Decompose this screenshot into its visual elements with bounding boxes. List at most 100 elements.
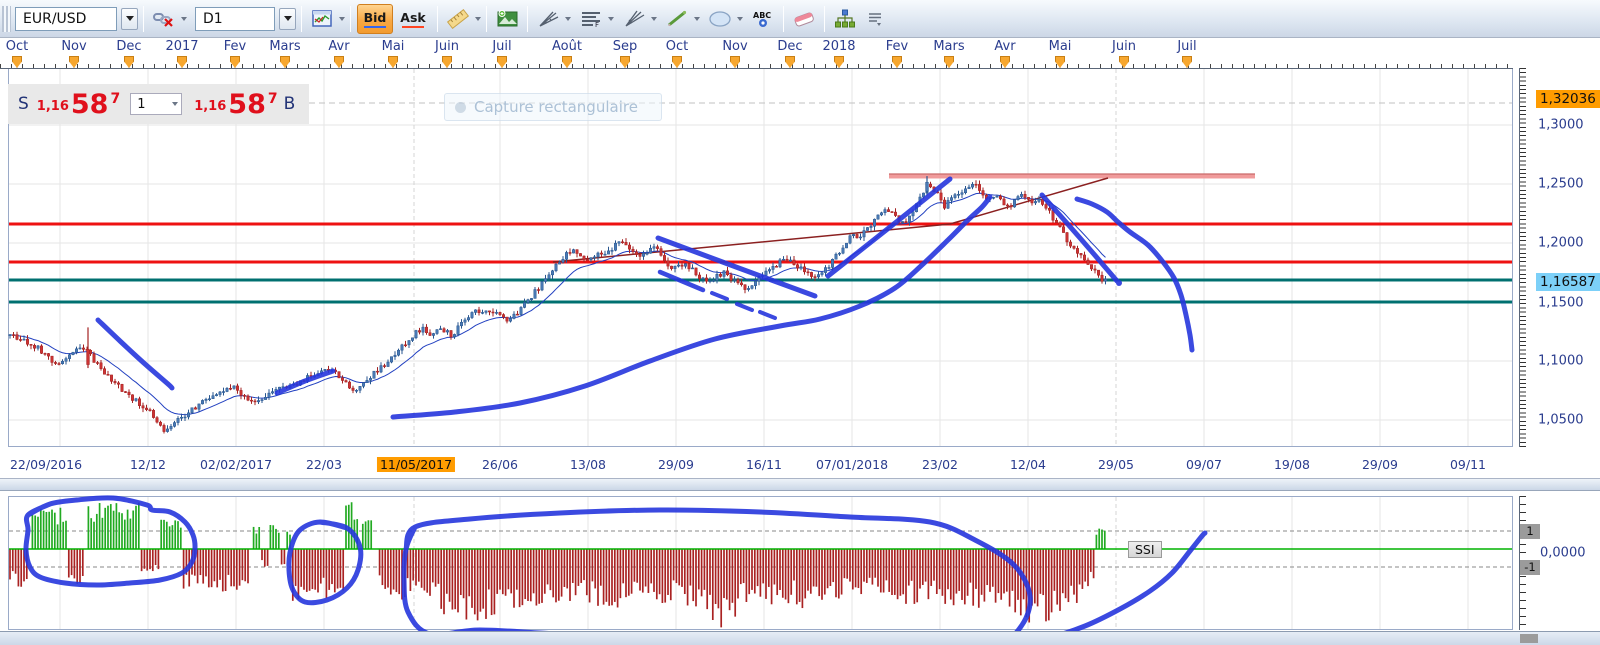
month-label: 2017 (165, 39, 198, 54)
timeframe-select[interactable]: D1 (195, 7, 275, 31)
quantity-field[interactable]: 1 (130, 93, 182, 115)
buy-price-pip: 7 (268, 91, 278, 107)
eraser-tool-button[interactable] (790, 5, 818, 33)
ssi-plot-area[interactable] (8, 496, 1513, 630)
ssi-minus-one-badge: -1 (1520, 560, 1540, 575)
toolbar-grip-handle[interactable] (2, 6, 11, 32)
collapsed-panel-strip[interactable] (0, 631, 1600, 645)
measure-dropdown-arrow-icon[interactable] (475, 17, 481, 21)
list-menu-button[interactable] (861, 5, 889, 33)
line-tool-button[interactable] (663, 5, 691, 33)
ssi-plus-one-badge: 1 (1520, 524, 1540, 539)
chart-type-dropdown-arrow-icon[interactable] (339, 17, 345, 21)
measure-tool-button[interactable] (444, 5, 472, 33)
month-marker-icon (730, 56, 740, 68)
main-chart-plot-area[interactable] (8, 68, 1513, 447)
month-label: Août (552, 39, 582, 54)
fibonacci-dropdown-arrow-icon[interactable] (608, 17, 614, 21)
ellipse-dropdown-arrow-icon[interactable] (737, 17, 743, 21)
collapsed-panel-badge (1520, 634, 1538, 643)
date-label: 02/02/2017 (200, 457, 272, 472)
price-axis-label: 1,2000 (1538, 236, 1584, 251)
date-label: 22/09/2016 (10, 457, 82, 472)
month-marker-icon (230, 56, 240, 68)
month-label: Avr (328, 39, 349, 54)
unlink-chart-button[interactable] (150, 5, 178, 33)
sell-price-pip: 7 (110, 91, 120, 107)
month-marker-icon (69, 56, 79, 68)
symbol-select[interactable]: EUR/USD (15, 7, 117, 31)
month-marker-icon (944, 56, 954, 68)
ssi-indicator-label[interactable]: SSI (1128, 541, 1162, 558)
month-marker-icon (834, 56, 844, 68)
month-label: Oct (6, 39, 28, 54)
month-label: Mars (269, 39, 300, 54)
separator (350, 6, 351, 32)
price-axis-ruler[interactable] (1519, 68, 1534, 447)
fibonacci-levels-icon: F (580, 10, 602, 28)
structure-tool-button[interactable] (831, 5, 859, 33)
unlink-dropdown-arrow-icon[interactable] (181, 17, 187, 21)
month-marker-icon (177, 56, 187, 68)
bid-underline (364, 26, 386, 28)
pitchfork-dropdown-arrow-icon[interactable] (651, 17, 657, 21)
buy-price-big[interactable]: 58 (228, 91, 266, 118)
sell-price-big[interactable]: 58 (71, 91, 109, 118)
text-tool-button[interactable]: ABC (749, 5, 777, 33)
month-marker-icon (892, 56, 902, 68)
ask-button[interactable]: Ask (395, 4, 431, 34)
month-marker-icon (280, 56, 290, 68)
list-icon (867, 11, 883, 27)
pitchfork-icon (623, 10, 645, 28)
screenshot-tool-button[interactable] (493, 5, 521, 33)
svg-text:F: F (595, 21, 599, 28)
month-label: Mai (382, 39, 405, 54)
chart-window-icon (312, 10, 332, 27)
month-marker-icon (1055, 56, 1065, 68)
date-label: 12/12 (130, 457, 166, 472)
month-label: Sep (613, 39, 638, 54)
timeframe-dropdown-button[interactable] (279, 8, 296, 30)
buy-price-small: 1,16 (194, 99, 226, 114)
date-label: 19/08 (1274, 457, 1310, 472)
separator (143, 6, 144, 32)
fan-lines-icon (537, 10, 559, 28)
ellipse-tool-button[interactable] (706, 5, 734, 33)
bid-button[interactable]: Bid (357, 4, 393, 34)
month-label: Juin (1112, 39, 1136, 54)
quantity-value: 1 (137, 97, 145, 112)
trendline-fan-tool-button[interactable] (534, 5, 562, 33)
date-axis[interactable]: 22/09/201612/1202/02/201722/0311/05/2017… (0, 447, 1513, 478)
date-label-selected: 11/05/2017 (377, 457, 455, 472)
price-axis-label: 1,1500 (1538, 296, 1584, 311)
month-tick-ruler[interactable] (0, 56, 1513, 69)
month-marker-icon (334, 56, 344, 68)
chain-link-broken-icon (153, 10, 175, 28)
date-label: 09/07 (1186, 457, 1222, 472)
date-label: 29/09 (658, 457, 694, 472)
price-high-badge: 1,32036 (1536, 90, 1600, 108)
date-label: 26/06 (482, 457, 518, 472)
chart-type-button[interactable] (308, 5, 336, 33)
fan-dropdown-arrow-icon[interactable] (565, 17, 571, 21)
symbol-dropdown-button[interactable] (121, 8, 138, 30)
month-ruler: OctNovDec2017FevMarsAvrMaiJuinJuilAoûtSe… (0, 38, 1600, 56)
date-label: 09/11 (1450, 457, 1486, 472)
org-chart-icon (834, 9, 856, 29)
pitchfork-tool-button[interactable] (620, 5, 648, 33)
line-dropdown-arrow-icon[interactable] (694, 17, 700, 21)
pencil-line-icon (666, 10, 688, 28)
quantity-dropdown-arrow-icon[interactable] (172, 102, 178, 106)
ellipse-icon (708, 10, 732, 28)
month-marker-icon (1119, 56, 1129, 68)
eraser-icon (792, 10, 816, 28)
separator (486, 6, 487, 32)
date-label: 23/02 (922, 457, 958, 472)
fibonacci-tool-button[interactable]: F (577, 5, 605, 33)
svg-text:ABC: ABC (753, 11, 771, 20)
panel-splitter[interactable] (0, 478, 1600, 491)
timeframe-value: D1 (203, 11, 223, 27)
month-label: Juin (435, 39, 459, 54)
month-marker-icon (1182, 56, 1192, 68)
ruler-icon (446, 9, 470, 29)
